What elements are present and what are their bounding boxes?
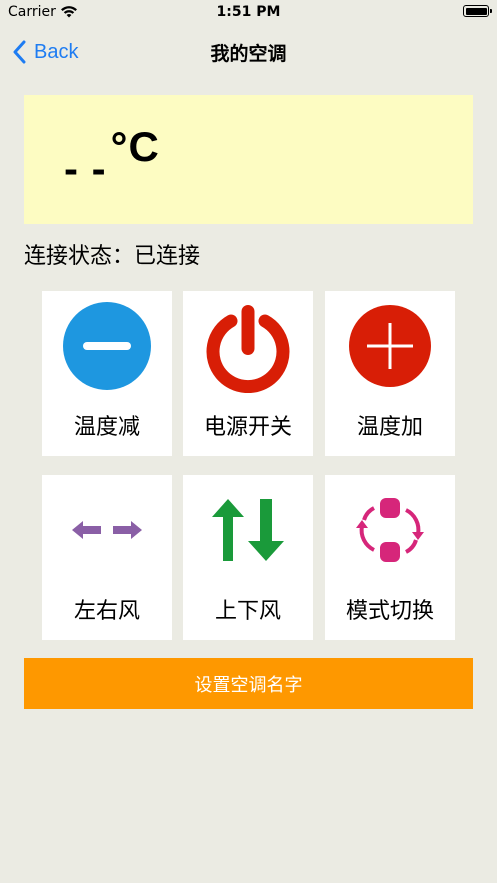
temperature-down-button[interactable]: 温度减	[42, 291, 172, 456]
horizontal-swing-button[interactable]: 左右风	[42, 475, 172, 640]
vertical-arrows-icon	[183, 475, 313, 585]
set-name-button[interactable]: 设置空调名字	[24, 658, 473, 709]
vertical-swing-button[interactable]: 上下风	[183, 475, 313, 640]
horizontal-arrows-icon	[42, 475, 172, 585]
battery-icon	[463, 5, 492, 17]
power-toggle-button[interactable]: 电源开关	[183, 291, 313, 456]
mode-switch-button[interactable]: 模式切换	[325, 475, 455, 640]
navigation-bar: Back 我的空调	[0, 26, 497, 76]
horizontal-swing-label: 左右风	[73, 599, 140, 624]
plus-circle-icon	[325, 291, 455, 401]
connection-status-label: 连接状态：	[24, 244, 135, 269]
mode-switch-label: 模式切换	[345, 599, 434, 624]
temperature-readout: - -°C	[64, 123, 160, 193]
connection-status: 连接状态：已连接	[24, 238, 200, 270]
temperature-unit: °C	[110, 123, 160, 170]
temperature-down-label: 温度减	[73, 415, 140, 440]
temperature-up-label: 温度加	[356, 415, 423, 440]
power-toggle-label: 电源开关	[203, 415, 292, 440]
temperature-display: - -°C	[24, 95, 473, 224]
connection-status-value: 已连接	[134, 244, 201, 269]
power-icon	[183, 291, 313, 401]
vertical-swing-label: 上下风	[214, 599, 281, 624]
temperature-up-button[interactable]: 温度加	[325, 291, 455, 456]
page-title: 我的空调	[210, 43, 287, 65]
mode-switch-icon	[325, 475, 455, 585]
status-bar: Carrier 1:51 PM	[0, 0, 497, 26]
minus-circle-icon	[42, 291, 172, 401]
temperature-value: - -	[64, 145, 107, 192]
clock: 1:51 PM	[216, 4, 281, 20]
